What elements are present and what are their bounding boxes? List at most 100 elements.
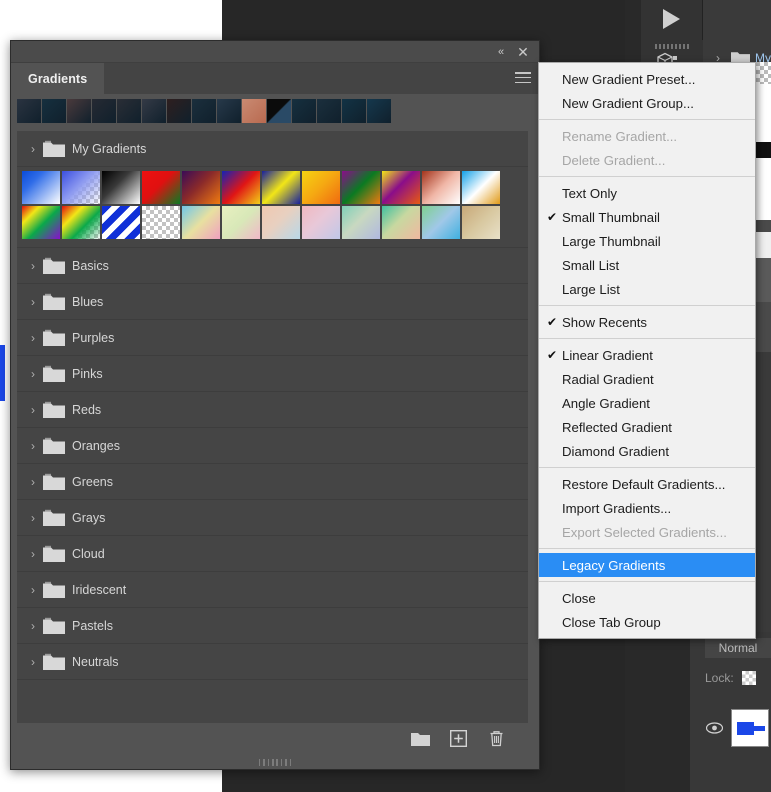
chevron-right-icon[interactable]: › xyxy=(25,475,41,489)
menu-item-angle-gradient[interactable]: Angle Gradient xyxy=(539,391,755,415)
group-row-reds[interactable]: › Reds xyxy=(17,392,528,428)
gradient-swatch[interactable] xyxy=(222,171,260,204)
new-gradient-plus-icon[interactable] xyxy=(448,729,468,747)
gradient-groups-list[interactable]: › My Gradients › Basics › Blues › Purples › Pinks… xyxy=(17,131,528,738)
gradient-swatch[interactable] xyxy=(182,206,220,239)
trash-delete-icon[interactable] xyxy=(486,729,506,747)
gradient-swatch[interactable] xyxy=(422,171,460,204)
gradient-swatch[interactable] xyxy=(22,171,60,204)
recent-gradient-swatch[interactable] xyxy=(92,99,116,123)
group-row-neutrals[interactable]: › Neutrals xyxy=(17,644,528,680)
recent-gradient-swatch[interactable] xyxy=(192,99,216,123)
menu-item-large-thumbnail[interactable]: Large Thumbnail xyxy=(539,229,755,253)
hamburger-menu-icon[interactable] xyxy=(515,72,531,85)
recent-gradient-swatch[interactable] xyxy=(342,99,366,123)
gradient-swatch[interactable] xyxy=(22,206,60,239)
gradient-swatch[interactable] xyxy=(382,171,420,204)
panel-flyout-menu[interactable]: New Gradient Preset... New Gradient Group… xyxy=(538,62,756,639)
gradient-swatch[interactable] xyxy=(302,171,340,204)
gradient-swatch[interactable] xyxy=(422,206,460,239)
gradient-swatch[interactable] xyxy=(102,206,140,239)
menu-item-reflected-gradient[interactable]: Reflected Gradient xyxy=(539,415,755,439)
new-folder-icon[interactable] xyxy=(410,729,430,747)
chevron-right-icon[interactable]: › xyxy=(25,619,41,633)
gradient-swatch[interactable] xyxy=(262,206,300,239)
group-row-pastels[interactable]: › Pastels xyxy=(17,608,528,644)
group-row-oranges[interactable]: › Oranges xyxy=(17,428,528,464)
blend-mode-select[interactable]: Normal xyxy=(705,638,771,658)
gradient-swatch[interactable] xyxy=(142,206,180,239)
gradient-swatch[interactable] xyxy=(102,171,140,204)
menu-item-large-list[interactable]: Large List xyxy=(539,277,755,301)
layer-thumbnail[interactable] xyxy=(731,709,769,747)
chevron-right-icon[interactable]: › xyxy=(25,583,41,597)
gradient-swatch[interactable] xyxy=(462,206,500,239)
menu-item-close-tab-group[interactable]: Close Tab Group xyxy=(539,610,755,634)
menu-item-small-list[interactable]: Small List xyxy=(539,253,755,277)
recent-gradient-swatch[interactable] xyxy=(142,99,166,123)
recent-gradients-strip[interactable] xyxy=(11,94,539,128)
group-row-blues[interactable]: › Blues xyxy=(17,284,528,320)
menu-item-show-recents[interactable]: ✔ Show Recents xyxy=(539,310,755,334)
checkerboard-lock-icon[interactable] xyxy=(741,671,756,685)
double-chevron-left-icon[interactable]: « xyxy=(493,44,509,60)
gradient-swatch[interactable] xyxy=(142,171,180,204)
menu-item-new-gradient-group[interactable]: New Gradient Group... xyxy=(539,91,755,115)
menu-item-import-gradients[interactable]: Import Gradients... xyxy=(539,496,755,520)
recent-gradient-swatch[interactable] xyxy=(67,99,91,123)
group-row-my-gradients[interactable]: › My Gradients xyxy=(17,131,528,167)
menu-item-close[interactable]: Close xyxy=(539,586,755,610)
menu-item-linear-gradient[interactable]: ✔ Linear Gradient xyxy=(539,343,755,367)
gradient-swatch[interactable] xyxy=(222,206,260,239)
chevron-right-icon[interactable]: › xyxy=(25,367,41,381)
recent-gradient-swatch[interactable] xyxy=(267,99,291,123)
gradient-swatch[interactable] xyxy=(382,206,420,239)
gradient-swatch[interactable] xyxy=(262,171,300,204)
tab-gradients[interactable]: Gradients xyxy=(11,63,105,94)
gradient-swatch[interactable] xyxy=(62,206,100,239)
recent-gradient-swatch[interactable] xyxy=(367,99,391,123)
gradient-swatch[interactable] xyxy=(182,171,220,204)
gradient-swatch[interactable] xyxy=(302,206,340,239)
recent-gradient-swatch[interactable] xyxy=(42,99,66,123)
gradient-swatch[interactable] xyxy=(342,206,380,239)
chevron-right-icon[interactable]: › xyxy=(25,511,41,525)
recent-gradient-swatch[interactable] xyxy=(292,99,316,123)
gradient-swatch[interactable] xyxy=(62,171,100,204)
recent-gradient-swatch[interactable] xyxy=(117,99,141,123)
group-row-basics[interactable]: › Basics xyxy=(17,248,528,284)
group-row-purples[interactable]: › Purples xyxy=(17,320,528,356)
close-x-icon[interactable]: ✕ xyxy=(515,44,531,60)
layer-list-item[interactable] xyxy=(700,705,771,751)
chevron-right-icon[interactable]: › xyxy=(25,295,41,309)
chevron-down-icon[interactable]: › xyxy=(25,142,41,156)
chevron-right-icon[interactable]: › xyxy=(25,547,41,561)
drag-handle-dots-icon[interactable] xyxy=(655,44,689,49)
recent-gradient-swatch[interactable] xyxy=(242,99,266,123)
recent-gradient-swatch[interactable] xyxy=(317,99,341,123)
recent-gradient-swatch[interactable] xyxy=(17,99,41,123)
group-row-greens[interactable]: › Greens xyxy=(17,464,528,500)
chevron-right-icon[interactable]: › xyxy=(25,655,41,669)
menu-item-small-thumbnail[interactable]: ✔ Small Thumbnail xyxy=(539,205,755,229)
chevron-right-icon[interactable]: › xyxy=(25,259,41,273)
group-row-grays[interactable]: › Grays xyxy=(17,500,528,536)
group-row-pinks[interactable]: › Pinks xyxy=(17,356,528,392)
recent-gradient-swatch[interactable] xyxy=(217,99,241,123)
play-icon[interactable] xyxy=(657,5,687,35)
panel-resize-grip[interactable] xyxy=(11,757,539,767)
group-row-iridescent[interactable]: › Iridescent xyxy=(17,572,528,608)
chevron-right-icon[interactable]: › xyxy=(25,331,41,345)
menu-item-new-gradient-preset[interactable]: New Gradient Preset... xyxy=(539,67,755,91)
eye-visibility-icon[interactable] xyxy=(706,722,723,734)
menu-item-restore-default-gradients[interactable]: Restore Default Gradients... xyxy=(539,472,755,496)
chevron-right-icon[interactable]: › xyxy=(25,403,41,417)
menu-item-radial-gradient[interactable]: Radial Gradient xyxy=(539,367,755,391)
menu-item-diamond-gradient[interactable]: Diamond Gradient xyxy=(539,439,755,463)
recent-gradient-swatch[interactable] xyxy=(167,99,191,123)
menu-item-legacy-gradients[interactable]: Legacy Gradients xyxy=(539,553,755,577)
group-row-cloud[interactable]: › Cloud xyxy=(17,536,528,572)
chevron-right-icon[interactable]: › xyxy=(25,439,41,453)
menu-item-text-only[interactable]: Text Only xyxy=(539,181,755,205)
gradient-swatch[interactable] xyxy=(462,171,500,204)
